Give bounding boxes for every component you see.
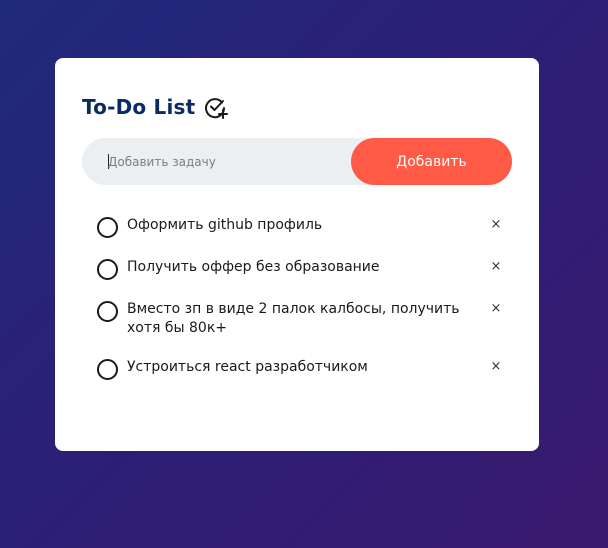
task-checkbox[interactable] [97, 301, 118, 322]
page-title: To-Do List [82, 95, 196, 119]
task-item: Вместо зп в виде 2 палок калбосы, получи… [97, 300, 503, 338]
check-circle-plus-icon [203, 94, 229, 120]
task-text: Устроиться react разработчиком [127, 359, 368, 375]
task-text: Вместо зп в виде 2 палок калбосы, получи… [127, 301, 460, 336]
task-checkbox[interactable] [97, 359, 118, 380]
task-item: Получить оффер без образование × [97, 258, 503, 280]
task-item: Устроиться react разработчиком × [97, 358, 503, 380]
add-task-button[interactable]: Добавить [351, 138, 512, 185]
task-checkbox[interactable] [97, 259, 118, 280]
delete-task-button[interactable]: × [489, 260, 503, 274]
delete-task-button[interactable]: × [489, 218, 503, 232]
task-list: Оформить github профиль × Получить оффер… [97, 216, 503, 400]
new-task-input[interactable] [108, 138, 348, 185]
task-item: Оформить github профиль × [97, 216, 503, 238]
header: To-Do List [82, 94, 229, 120]
delete-task-button[interactable]: × [489, 360, 503, 374]
todo-card: To-Do List Добавить Оформить github проф… [55, 58, 539, 451]
task-text: Оформить github профиль [127, 217, 323, 233]
delete-task-button[interactable]: × [489, 302, 503, 316]
task-checkbox[interactable] [97, 217, 118, 238]
add-task-form: Добавить [82, 138, 512, 185]
task-text: Получить оффер без образование [127, 259, 380, 275]
